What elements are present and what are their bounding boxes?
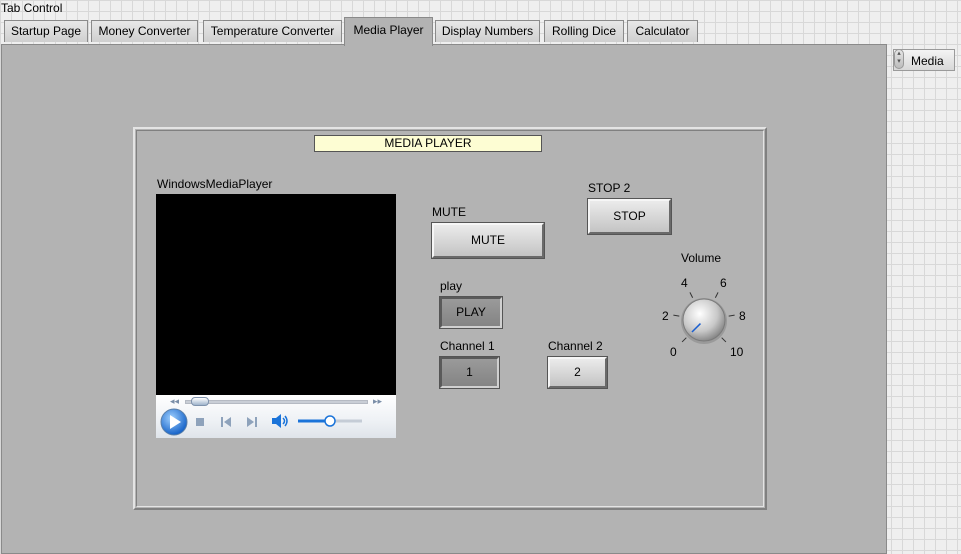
play-button[interactable]: PLAY [439, 296, 503, 329]
tab-startup-page[interactable]: Startup Page [4, 20, 88, 42]
volume-label: Volume [681, 251, 722, 265]
mute-label: MUTE [432, 205, 466, 219]
tab-control-label: Tab Control [1, 1, 63, 15]
tab-display-numbers[interactable]: Display Numbers [435, 20, 540, 42]
wmp-volume-slider[interactable] [296, 413, 366, 429]
wmp-seek-bar[interactable] [185, 400, 368, 404]
volume-tick-mark [728, 314, 735, 317]
wmp-video-area [156, 194, 396, 395]
volume-tick-6: 6 [720, 276, 727, 290]
tab-media-player[interactable]: Media Player [344, 17, 433, 46]
speaker-icon[interactable] [270, 413, 290, 429]
wmp-seek-thumb[interactable] [190, 397, 209, 406]
channel-1-label: Channel 1 [440, 339, 495, 353]
tab-money-converter[interactable]: Money Converter [91, 20, 198, 42]
indicator-increment-arrows[interactable]: ▴ ▾ [894, 49, 904, 69]
channel-2-label: Channel 2 [548, 339, 603, 353]
play-label: play [440, 279, 463, 293]
stop-label: STOP 2 [588, 181, 631, 195]
rewind-icon[interactable]: ◂◂ [170, 396, 179, 406]
volume-tick-mark [681, 337, 687, 343]
page-indicator-value: Media [911, 54, 944, 68]
volume-tick-mark [689, 292, 694, 298]
channel-2-button[interactable]: 2 [547, 356, 608, 389]
volume-tick-mark [714, 292, 719, 298]
fast-forward-icon[interactable]: ▸▸ [373, 396, 382, 406]
volume-tick-8: 8 [739, 309, 746, 323]
volume-tick-2: 2 [662, 309, 669, 323]
tab-temperature-converter[interactable]: Temperature Converter [203, 20, 342, 42]
mute-button[interactable]: MUTE [431, 222, 545, 259]
tab-calculator[interactable]: Calculator [627, 20, 698, 42]
volume-tick-10: 10 [730, 345, 744, 359]
stop-button[interactable]: STOP [587, 198, 672, 235]
next-icon[interactable] [245, 415, 259, 429]
volume-tick-mark [673, 314, 680, 317]
tab-rolling-dice[interactable]: Rolling Dice [544, 20, 624, 42]
volume-tick-4: 4 [681, 276, 688, 290]
media-player-title: MEDIA PLAYER [314, 135, 542, 152]
stop-icon[interactable] [194, 416, 206, 428]
volume-tick-0: 0 [670, 345, 677, 359]
wmp-label: WindowsMediaPlayer [157, 177, 273, 191]
volume-tick-mark [721, 337, 727, 343]
play-icon[interactable] [159, 407, 189, 437]
channel-1-button[interactable]: 1 [439, 356, 500, 389]
previous-icon[interactable] [219, 415, 233, 429]
